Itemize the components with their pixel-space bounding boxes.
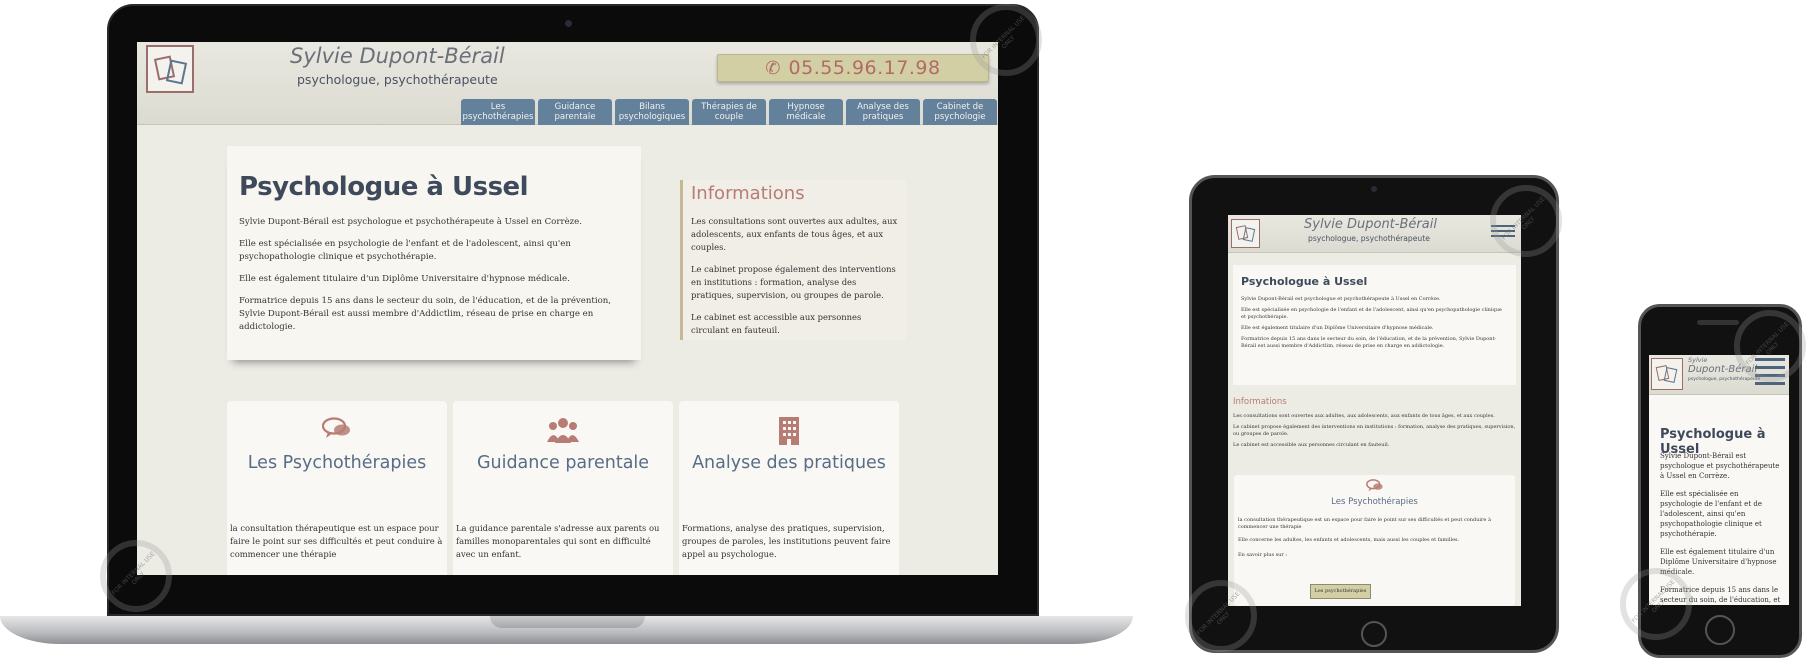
nav-item-therapies-couple[interactable]: Thérapies de couple [692,99,766,125]
tablet-intro-card: Psychologue à Ussel Sylvie Dupont-Bérail… [1233,265,1516,385]
info-paragraph: Les consultations sont ouvertes aux adul… [691,216,898,252]
phone-speaker [1697,320,1739,325]
intro-paragraph: Formatrice depuis 15 ans dans le secteur… [239,296,612,332]
nav-item-analyse[interactable]: Analyse des pratiques [846,99,920,125]
tablet-site-name[interactable]: Sylvie Dupont-Bérail [1304,217,1437,232]
psychotherapies-button[interactable]: Les psychothérapies [1310,584,1371,599]
phone-box[interactable]: ✆ 05.55.96.17.98 [717,54,989,82]
info-paragraph: Le cabinet propose également des interve… [1233,424,1516,437]
intro-paragraph: Elle est également titulaire d'un Diplôm… [1660,548,1777,576]
service-card-guidance[interactable]: Guidance parentale La guidance parentale… [453,401,673,575]
learn-more-label: En savoir plus sur : [1238,552,1288,558]
laptop-camera [565,20,572,27]
info-paragraph: Le cabinet propose également des interve… [691,264,896,300]
site-header: Sylvie Dupont-Bérail psychologue, psycho… [137,42,998,125]
page-title: Psychologue à Ussel [239,172,529,202]
laptop-screen: Sylvie Dupont-Bérail psychologue, psycho… [137,42,998,575]
intro-paragraph: Elle est spécialisée en psychologie de l… [1241,307,1502,320]
service-card-analyse[interactable]: Analyse des pratiques Formations, analys… [679,401,899,575]
service-title: Guidance parentale [476,453,650,473]
site-subtitle: psychologue, psychothérapeute [297,72,498,87]
site-name[interactable]: Sylvie Dupont-Bérail [290,44,505,68]
laptop-notch [490,616,645,628]
intro-paragraph: Formatrice depuis 15 ans dans le secteur… [1241,336,1497,349]
tablet-home-button [1361,621,1387,647]
intro-paragraph: Elle est spécialisée en psychologie de l… [1660,490,1762,538]
phone-screen: Sylvie Dupont-Bérail psychologue, psycho… [1649,355,1789,605]
info-paragraph: Le cabinet est accessible aux personnes … [1233,442,1390,448]
intro-paragraph: Sylvie Dupont-Bérail est psychologue et … [1241,296,1441,302]
phone-icon: ✆ [765,57,781,79]
phone-number: 05.55.96.17.98 [788,57,941,79]
info-paragraph: Le cabinet est accessible aux personnes … [691,312,862,335]
intro-paragraph: Sylvie Dupont-Bérail est psychologue et … [239,217,582,227]
building-icon [679,417,899,445]
tablet-service-card[interactable]: Les Psychothérapies la consultation thér… [1234,475,1515,606]
service-text: Formations, analyse des pratiques, super… [682,523,891,559]
phone-logo[interactable] [1651,358,1683,390]
tablet-info-title: Informations [1233,397,1287,407]
intro-card: Psychologue à Ussel Sylvie Dupont-Bérail… [227,146,641,360]
tablet-service-text: la consultation thérapeutique est un esp… [1234,507,1515,559]
info-title: Informations [691,183,805,204]
nav-item-bilans[interactable]: Bilans psychologiques [615,99,689,125]
group-icon [453,417,673,443]
tablet-site-subtitle: psychologue, psychothérapeute [1308,234,1430,243]
tablet-info: Informations Les consultations sont ouve… [1233,397,1516,453]
info-box: Informations Les consultations sont ouve… [680,180,906,340]
intro-paragraph: Sylvie Dupont-Bérail est psychologue et … [1660,452,1780,480]
speech-bubbles-icon [227,417,447,443]
phone-site-name-first: Sylvie [1688,356,1708,364]
main-nav: Les psychothérapies Guidance parentale B… [461,99,997,125]
nav-item-psychotherapies[interactable]: Les psychothérapies [461,99,535,125]
tablet-camera [1371,186,1377,192]
service-text: la consultation thérapeutique est un esp… [230,523,443,559]
nav-item-hypnose[interactable]: Hypnose médicale [769,99,843,125]
tablet-logo[interactable] [1231,219,1260,248]
nav-item-cabinet[interactable]: Cabinet de psychologie [923,99,997,125]
intro-paragraph: Elle est également titulaire d'un Diplôm… [239,274,570,284]
nav-item-guidance[interactable]: Guidance parentale [538,99,612,125]
intro-paragraph: Elle est spécialisée en psychologie de l… [239,239,571,262]
tablet-screen: Sylvie Dupont-Bérail psychologue, psycho… [1228,215,1521,606]
intro-paragraph: Elle est également titulaire d'un Diplôm… [1241,325,1434,331]
service-card-psychotherapies[interactable]: Les Psychothérapies la consultation thér… [227,401,447,575]
tablet-service-title: Les Psychothérapies [1331,497,1418,507]
site-logo[interactable] [146,45,194,93]
service-extra: Elle concerne les adultes, les enfants e… [1238,537,1460,543]
speech-bubbles-icon [1234,479,1515,496]
service-title: Les Psychothérapies [247,453,427,473]
tablet-page-title: Psychologue à Ussel [1241,275,1368,288]
service-title: Analyse des pratiques [692,453,886,473]
service-text: la consultation thérapeutique est un esp… [1238,517,1491,530]
service-text: La guidance parentale s'adresse aux pare… [456,523,660,559]
tablet-header: Sylvie Dupont-Bérail psychologue, psycho… [1228,215,1521,253]
phone-site-subtitle: psychologue, psychothérapeute [1688,377,1761,382]
phone-home-button [1705,615,1735,645]
info-paragraph: Les consultations sont ouvertes aux adul… [1233,413,1495,419]
